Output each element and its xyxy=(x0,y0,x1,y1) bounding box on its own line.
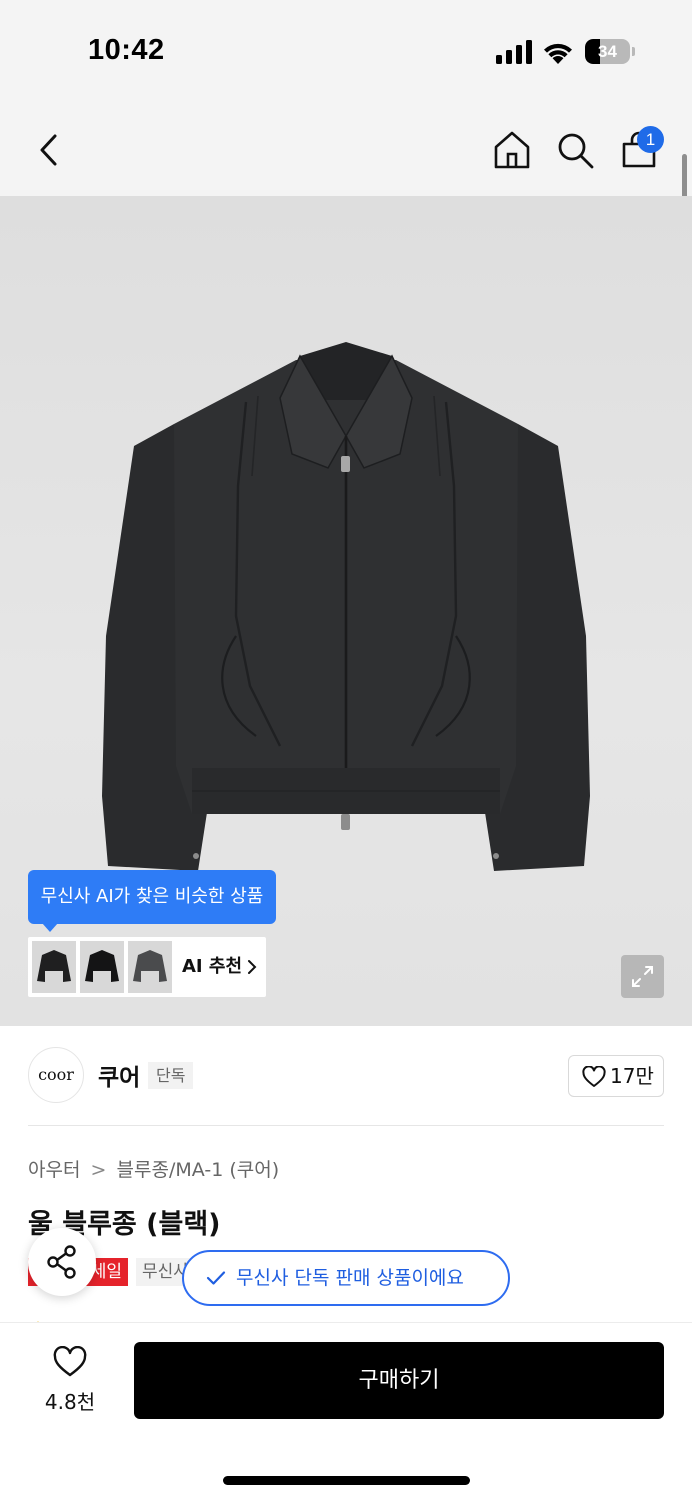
status-bar: 10:42 34 xyxy=(0,0,692,96)
divider xyxy=(28,1125,664,1126)
wishlist-count: 4.8천 xyxy=(44,1390,96,1414)
battery-indicator: 34 xyxy=(585,39,635,64)
battery-percent: 34 xyxy=(598,42,617,61)
search-icon[interactable] xyxy=(553,128,597,172)
exclusive-badge: 단독 xyxy=(148,1062,194,1089)
cart-count-badge: 1 xyxy=(637,126,664,153)
status-time: 10:42 xyxy=(88,34,165,66)
breadcrumb-item-subcategory[interactable]: 블루종/MA-1 (쿠어) xyxy=(117,1155,280,1182)
home-indicator[interactable] xyxy=(223,1476,470,1485)
similar-product-thumb-1[interactable] xyxy=(32,941,76,993)
ai-recommend-label[interactable]: AI 추천 xyxy=(182,937,242,997)
rating-row-partial xyxy=(28,1314,248,1322)
chevron-right-icon xyxy=(248,960,257,974)
brand-like-count: 17만 xyxy=(610,1064,654,1088)
share-icon xyxy=(47,1245,76,1279)
chevron-left-icon[interactable] xyxy=(28,128,72,172)
brand-like-button[interactable]: 17만 xyxy=(568,1055,664,1097)
breadcrumb-separator: > xyxy=(90,1159,107,1181)
cellular-signal-icon xyxy=(496,40,532,64)
check-icon xyxy=(206,1271,226,1285)
jacket-thumb-icon xyxy=(133,950,167,982)
jacket-thumb-icon xyxy=(85,950,119,982)
expand-icon xyxy=(632,966,653,987)
wishlist-button[interactable]: 4.8천 xyxy=(36,1342,104,1418)
tooltip-arrow xyxy=(42,923,58,932)
similar-product-thumb-3[interactable] xyxy=(128,941,172,993)
heart-icon xyxy=(53,1346,87,1377)
breadcrumb-item-category[interactable]: 아우터 xyxy=(28,1155,80,1182)
ai-recommend-strip[interactable]: AI 추천 xyxy=(28,937,266,997)
battery-cap xyxy=(632,47,635,56)
brand-logo[interactable]: coor xyxy=(28,1047,84,1103)
share-button[interactable] xyxy=(28,1228,96,1296)
jacket-image xyxy=(102,342,590,871)
exclusive-toast: 무신사 단독 판매 상품이에요 xyxy=(182,1250,510,1306)
wifi-icon xyxy=(544,43,572,64)
similar-product-thumb-2[interactable] xyxy=(80,941,124,993)
jacket-thumb-icon xyxy=(37,950,71,982)
battery-body: 34 xyxy=(585,39,630,64)
heart-icon xyxy=(582,1066,606,1087)
expand-image-button[interactable] xyxy=(621,955,664,998)
breadcrumb: 아우터 > 블루종/MA-1 (쿠어) xyxy=(28,1155,279,1182)
brand-name[interactable]: 쿠어 xyxy=(98,1058,140,1092)
home-icon[interactable] xyxy=(490,128,534,172)
exclusive-toast-text: 무신사 단독 판매 상품이에요 xyxy=(236,1267,464,1289)
ai-similar-tooltip[interactable]: 무신사 AI가 찾은 비슷한 상품 xyxy=(28,870,276,924)
buy-button[interactable]: 구매하기 xyxy=(134,1342,664,1419)
